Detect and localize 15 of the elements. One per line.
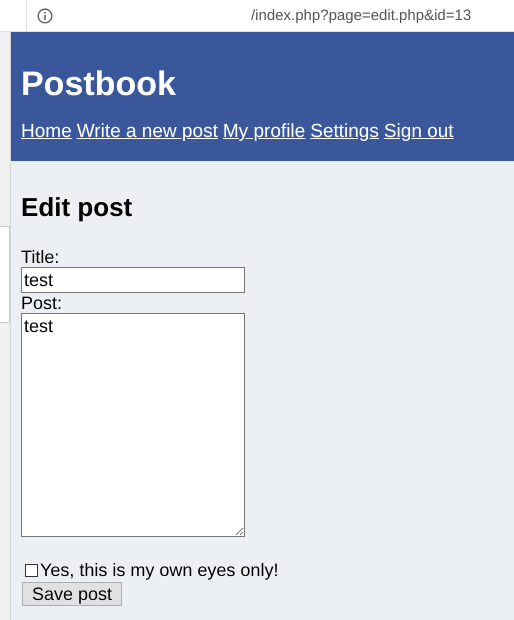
post-field[interactable]: test xyxy=(21,313,245,537)
title-label: Title: xyxy=(21,247,60,267)
post-label: Post: xyxy=(21,293,64,313)
title-field[interactable]: test xyxy=(21,267,245,293)
nav-link[interactable]: Write a new post xyxy=(76,121,218,143)
page-heading: Edit post xyxy=(21,191,134,223)
save-button[interactable]: Save post xyxy=(22,582,122,606)
nav-link[interactable]: My profile xyxy=(222,121,306,143)
private-label: Yes, this is my own eyes only! xyxy=(40,559,278,581)
nav-link[interactable]: Settings xyxy=(310,121,379,143)
info-icon[interactable] xyxy=(37,8,53,24)
nav-link[interactable]: Sign out xyxy=(384,121,454,143)
site-title: Postbook xyxy=(21,64,177,104)
nav-link[interactable]: Home xyxy=(21,121,72,143)
private-checkbox[interactable] xyxy=(25,564,38,576)
